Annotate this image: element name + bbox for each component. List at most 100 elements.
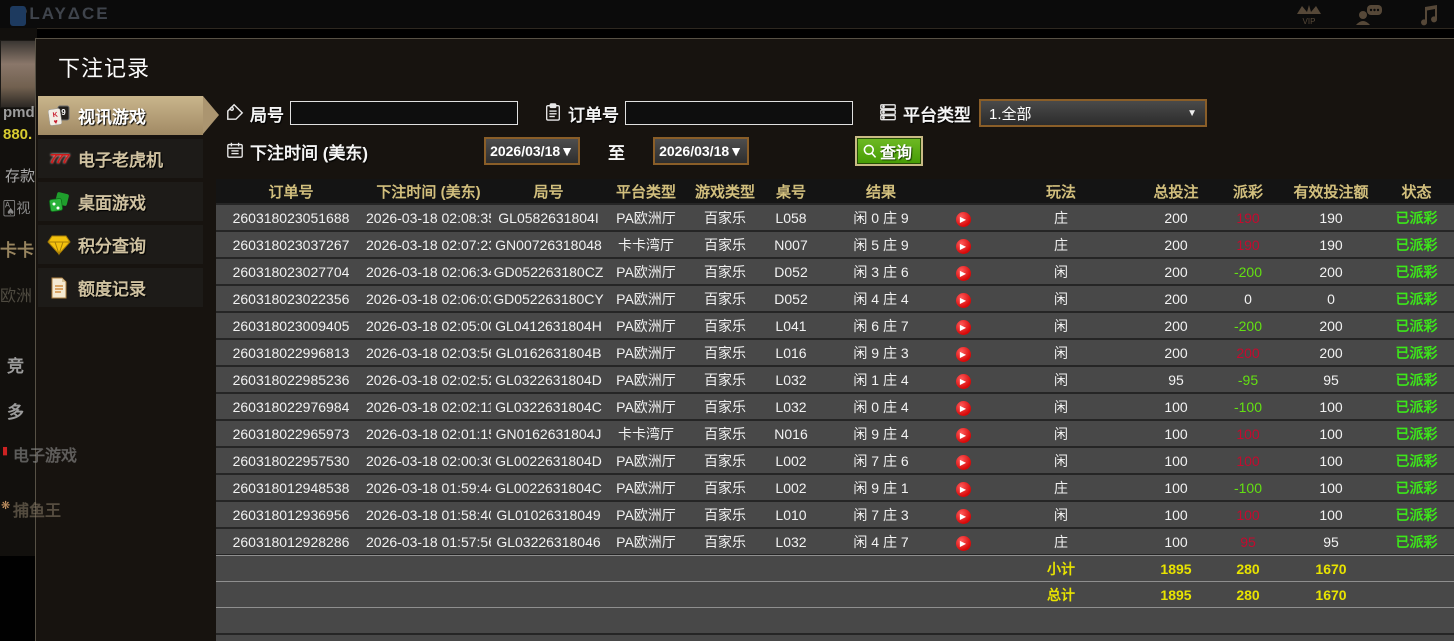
date-from-picker[interactable]: 2026/03/18▼ (484, 137, 580, 165)
sidebar-item-table-games[interactable]: 桌面游戏 (38, 182, 203, 221)
cell-time: 2026-03-18 02:06:34 (366, 264, 491, 280)
cell-order: 260318012936956 (216, 507, 366, 523)
col-header-result: 结果 (818, 181, 944, 202)
chat-icon[interactable] (1352, 2, 1386, 28)
cell-payout: -200 (1212, 264, 1284, 280)
play-video-button[interactable]: ▶ (956, 239, 971, 254)
sidebar-item-video-games[interactable]: 9K♥视讯游戏 (38, 96, 203, 135)
playace-logo: PLAYΔCE (16, 4, 110, 24)
play-video-button[interactable]: ▶ (956, 536, 971, 551)
diamond-icon (46, 233, 72, 257)
svg-text:VIP: VIP (1303, 17, 1316, 26)
order-no-input[interactable] (625, 101, 853, 125)
top-bar: PLAYΔCE VIP (0, 0, 1454, 29)
cell-time: 2026-03-18 02:07:23 (366, 237, 491, 253)
play-video-button[interactable]: ▶ (956, 482, 971, 497)
sidebar-item-label: 视讯游戏 (78, 103, 146, 128)
table-row: 2603180229659732026-03-18 02:01:15GN0162… (216, 421, 1454, 448)
cell-bet_on: 闲 (982, 451, 1140, 471)
vip-icon[interactable]: VIP (1292, 2, 1326, 28)
cell-game: 百家乐 (686, 262, 764, 282)
subtotal-row-total-bet: 1895 (1140, 561, 1212, 577)
play-video-button[interactable]: ▶ (956, 374, 971, 389)
cell-status: 已派彩 (1378, 208, 1454, 228)
play-video-button[interactable]: ▶ (956, 320, 971, 335)
date-to-picker[interactable]: 2026/03/18▼ (653, 137, 749, 165)
play-video-button[interactable]: ▶ (956, 212, 971, 227)
total-row-total-bet: 1895 (1140, 587, 1212, 603)
cell-round: GL0412631804H (491, 318, 606, 334)
cell-game: 百家乐 (686, 343, 764, 363)
cell-valid: 100 (1284, 507, 1378, 523)
play-video-button[interactable]: ▶ (956, 293, 971, 308)
sidebar-nav: 9K♥视讯游戏 777电子老虎机桌面游戏积分查询额度记录 (38, 96, 203, 311)
cell-game: 百家乐 (686, 316, 764, 336)
cell-table: L032 (764, 399, 818, 415)
cell-valid: 100 (1284, 453, 1378, 469)
music-icon[interactable] (1412, 2, 1446, 28)
platform-type-select[interactable]: 1.全部▼ (979, 99, 1207, 127)
cell-valid: 95 (1284, 534, 1378, 550)
table-row: 2603180230094052026-03-18 02:05:00GL0412… (216, 313, 1454, 340)
cell-total: 200 (1140, 291, 1212, 307)
play-video-button[interactable]: ▶ (956, 455, 971, 470)
fish-mini-icon: ❋ (1, 499, 10, 512)
cell-time: 2026-03-18 02:03:56 (366, 345, 491, 361)
play-video-button[interactable]: ▶ (956, 347, 971, 362)
cell-platform: PA欧洲厅 (606, 262, 686, 282)
cell-game: 百家乐 (686, 478, 764, 498)
cell-order: 260318023051688 (216, 210, 366, 226)
cell-round: GL0022631804D (491, 453, 606, 469)
sidebar-item-quota-records[interactable]: 额度记录 (38, 268, 203, 307)
bg-electronic-games-fragment: 电子游戏 (13, 442, 77, 466)
cell-game: 百家乐 (686, 505, 764, 525)
cell-valid: 100 (1284, 426, 1378, 442)
sidebar-item-points-query[interactable]: 积分查询 (38, 225, 203, 264)
cell-game: 百家乐 (686, 208, 764, 228)
col-header-status: 状态 (1378, 181, 1454, 202)
cell-platform: PA欧洲厅 (606, 505, 686, 525)
cell-order: 260318022965973 (216, 426, 366, 442)
col-header-valid: 有效投注额 (1284, 181, 1378, 202)
cell-payout: 190 (1212, 210, 1284, 226)
cell-payout: 200 (1212, 345, 1284, 361)
cell-status: 已派彩 (1378, 424, 1454, 444)
cell-bet_on: 庄 (982, 532, 1140, 552)
bet-records-table: 订单号下注时间 (美东)局号平台类型游戏类型桌号结果玩法总投注派彩有效投注额状态… (216, 179, 1454, 641)
cell-payout: -200 (1212, 318, 1284, 334)
table-row: 2603180230372672026-03-18 02:07:23GN0072… (216, 232, 1454, 259)
cell-bet_on: 闲 (982, 343, 1140, 363)
bet-time-label: 下注时间 (美东) (250, 139, 368, 164)
empty-row (216, 635, 1454, 641)
document-icon (46, 276, 72, 300)
col-header-round: 局号 (491, 181, 606, 202)
table-games-icon (46, 190, 72, 214)
play-video-button[interactable]: ▶ (956, 428, 971, 443)
cell-status: 已派彩 (1378, 370, 1454, 390)
cell-valid: 190 (1284, 210, 1378, 226)
cell-round: GN0162631804J (491, 426, 606, 442)
cell-round: GL0162631804B (491, 345, 606, 361)
play-video-button[interactable]: ▶ (956, 401, 971, 416)
cell-time: 2026-03-18 02:05:00 (366, 318, 491, 334)
cell-order: 260318023037267 (216, 237, 366, 253)
round-no-input[interactable] (290, 101, 518, 125)
cell-status: 已派彩 (1378, 397, 1454, 417)
cell-result: 闲 9 庄 4 (818, 424, 944, 444)
cell-payout: 95 (1212, 534, 1284, 550)
play-video-button[interactable]: ▶ (956, 509, 971, 524)
cell-bet_on: 闲 (982, 316, 1140, 336)
cell-result: 闲 6 庄 7 (818, 316, 944, 336)
cell-time: 2026-03-18 01:57:56 (366, 534, 491, 550)
cell-round: GL0582631804I (491, 210, 606, 226)
query-button[interactable]: 查询 (857, 138, 921, 164)
play-video-button[interactable]: ▶ (956, 266, 971, 281)
bg-video-fragment: 🂡视 (2, 198, 30, 218)
sidebar-item-slots[interactable]: 777电子老虎机 (38, 139, 203, 178)
cell-platform: PA欧洲厅 (606, 397, 686, 417)
cell-play: ▶ (944, 317, 982, 335)
page-title: 下注记录 (58, 51, 150, 83)
platform-icon (879, 103, 899, 123)
platform-type-label: 平台类型 (903, 101, 971, 126)
cell-game: 百家乐 (686, 532, 764, 552)
